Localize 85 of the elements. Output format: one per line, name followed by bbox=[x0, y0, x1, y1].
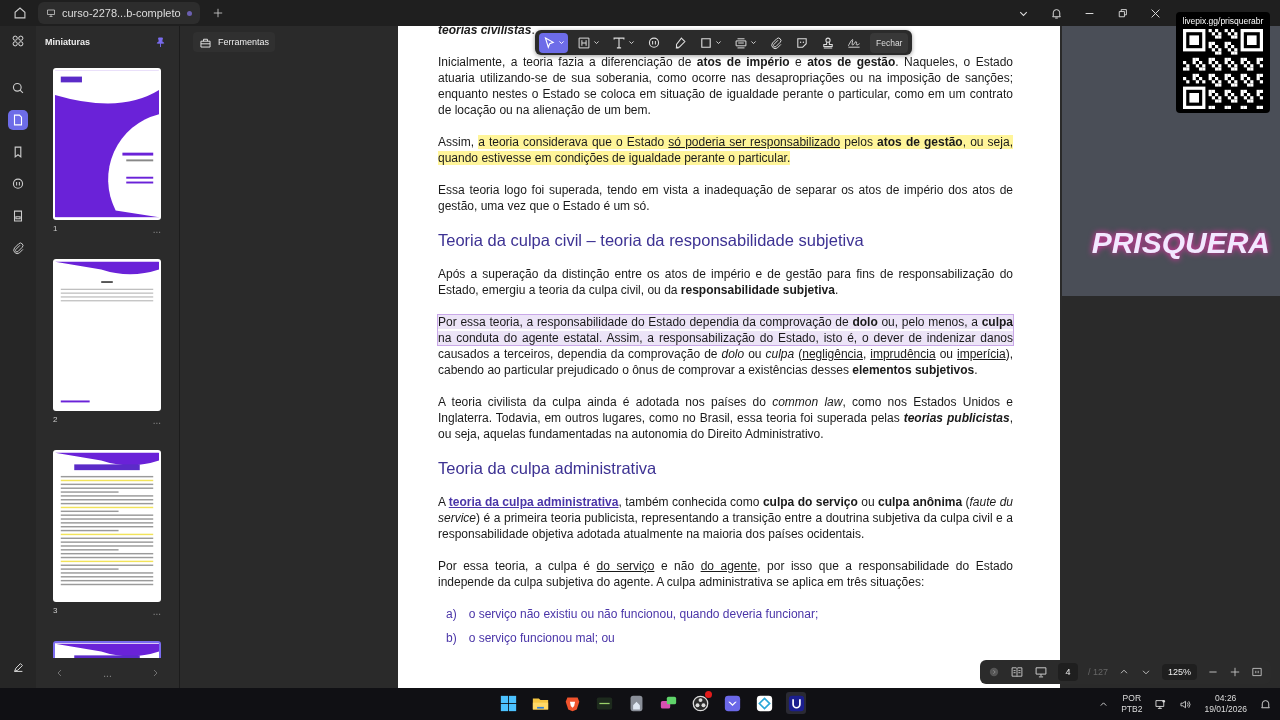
notification-badge bbox=[705, 691, 712, 698]
text-icon bbox=[612, 35, 626, 50]
book-icon bbox=[1010, 665, 1024, 679]
caret-icon bbox=[593, 39, 600, 46]
volume-icon[interactable] bbox=[1179, 697, 1193, 711]
monitor-icon bbox=[1034, 665, 1048, 679]
tools-button[interactable]: Ferramentas bbox=[193, 32, 276, 52]
notification-icon[interactable] bbox=[1259, 697, 1272, 711]
list-item-text: o serviço não existiu ou não funcionou, quando deveria funcionar; bbox=[468, 606, 819, 622]
list-item-text: o serviço funcionou mal; ou bbox=[468, 630, 615, 646]
sidebar-button[interactable] bbox=[8, 110, 28, 130]
caret-icon bbox=[558, 39, 565, 46]
diamond-icon bbox=[755, 694, 773, 712]
stamp-icon bbox=[821, 35, 835, 50]
paragraph: Por essa teoria, a culpa é do serviço e não do agente, por isso que a responsabilidade do Estado independe da culpa subjetiva do agente. A culpa administrativa se aplica em três situações: bbox=[438, 558, 1013, 590]
paragraph: Assim, a teoria considerava que o Estado só poderia ser responsabilizado pelos atos de gestão, ou seja, quando estivesse em condições de igualdade perante o particular. bbox=[438, 134, 1013, 166]
chat-icon bbox=[659, 694, 677, 712]
monitor-icon bbox=[46, 8, 56, 18]
taskbar-app-button[interactable] bbox=[786, 692, 806, 714]
page-number: 2 bbox=[53, 415, 58, 426]
section-heading: Teoria da culpa civil – teoria da responsabilidade subjetiva bbox=[438, 230, 865, 250]
plus-icon bbox=[211, 7, 224, 19]
circle-icon[interactable] bbox=[988, 666, 1000, 678]
paragraph: Inicialmente, a teoria fazia a diferenciação de atos de império e atos de gestão. Naqueles, o Estado atuaria utilizando-se de sua soberania, como ocorre nas desapropriações ou na imposição de sanções; enquanto nestes o Estado se coloca em situação de igualdade perante o particular, como em um contrato de locação ou na alienação de um bem. bbox=[438, 54, 1013, 118]
search-icon bbox=[11, 81, 25, 95]
caret-icon bbox=[628, 39, 635, 46]
text-box-icon bbox=[577, 35, 591, 50]
app-icon bbox=[787, 694, 805, 712]
list-marker: a) bbox=[446, 606, 457, 622]
keyboard-layout-label[interactable]: PTB2 bbox=[1121, 704, 1143, 715]
reading-mode-button[interactable] bbox=[1010, 665, 1024, 679]
list-marker: b) bbox=[446, 630, 457, 646]
plus-icon bbox=[1229, 666, 1242, 678]
zoom-level-button[interactable]: 125% bbox=[1162, 664, 1198, 680]
paragraph: Por essa teoria, a responsabilidade do Estado dependia da comprovação de dolo ou, pelo menos, a culpa na conduta do agente estatal. Assim, a responsabilização do Estado, isto é, o dever de indenizar danos causados a terceiros, dependia da comprovação de dolo ou culpa (negligência, imprudência ou imperícia), cabendo ao particular prejudicado o ônus de comprovar a existências desses elementos subjetivos. bbox=[438, 314, 1013, 378]
fit-page-icon bbox=[1251, 666, 1264, 678]
document-tab[interactable]: curso-2278...b-completo bbox=[38, 2, 200, 24]
grid-icon[interactable] bbox=[11, 34, 25, 48]
close-button[interactable]: Fechar bbox=[870, 32, 909, 53]
section-heading: Teoria da culpa administrativa bbox=[438, 458, 658, 478]
page-thumbnail[interactable] bbox=[53, 450, 161, 602]
more-button[interactable]: ... bbox=[152, 224, 161, 235]
page-thumbnail[interactable] bbox=[53, 68, 161, 220]
paragraph: A teoria civilista da culpa ainda é adotada nos países do common law, como nos Estados Unidos e Inglaterra. Todavia, em outros lugares, como no Brasil, essa teoria foi superada pelas teorias publicistas, ou seja, aquelas fundamentadas na autonomia do Direito Administrativo. bbox=[438, 394, 1013, 442]
zoom-in-button[interactable] bbox=[1229, 666, 1242, 678]
rectangle-icon bbox=[699, 35, 713, 50]
fit-page-button[interactable] bbox=[1251, 666, 1264, 678]
pointer-icon bbox=[542, 35, 556, 50]
tool-button[interactable] bbox=[539, 32, 568, 53]
page-number: 3 bbox=[53, 606, 58, 617]
highlighter-icon bbox=[673, 35, 687, 50]
paragraph: A teoria da culpa administrativa, também conhecida como culpa do serviço ou culpa anônima (faute du service) é a primeira teoria publicista, representando a transição entre a doutrina subjetiva da culpa civil e a responsabilidade objetiva adotada atualmente na maioria dos países ocidentais. bbox=[438, 494, 1013, 542]
clock-time[interactable]: 04:26 bbox=[1215, 693, 1237, 704]
page-thumbnail[interactable] bbox=[53, 259, 161, 411]
pin-icon[interactable] bbox=[154, 35, 167, 49]
pen-icon[interactable] bbox=[11, 661, 25, 674]
taskbar-app-button[interactable] bbox=[690, 692, 710, 714]
paperclip-icon bbox=[11, 241, 25, 255]
record-icon bbox=[691, 694, 709, 712]
sticker-icon bbox=[795, 35, 809, 50]
qr-caption: livepix.gg/prisquerabr bbox=[1182, 16, 1264, 26]
language-label[interactable]: POR bbox=[1122, 693, 1142, 704]
home-icon bbox=[13, 6, 27, 20]
paperclip-icon bbox=[769, 35, 783, 50]
page-number: 1 bbox=[53, 224, 58, 235]
page-input[interactable]: 4 bbox=[1058, 663, 1078, 681]
more-button[interactable]: ... bbox=[152, 606, 161, 617]
restore-icon[interactable] bbox=[1116, 6, 1129, 20]
caret-icon bbox=[750, 39, 757, 46]
more-button[interactable]: ... bbox=[152, 415, 161, 426]
paragraph: Essa teoria logo foi superada, tendo em vista a inadequação de separar os atos de império dos atos de gestão, uma vez que o Estado é um só. bbox=[438, 182, 1013, 214]
windows-start-icon bbox=[499, 694, 517, 712]
strip-icon bbox=[734, 35, 748, 50]
more-button[interactable]: ... bbox=[103, 667, 112, 679]
paragraph: teorias civilistas. bbox=[438, 26, 536, 38]
clock-date[interactable]: 19/01/2026 bbox=[1204, 704, 1247, 715]
caret-icon bbox=[715, 39, 722, 46]
presentation-button[interactable] bbox=[1034, 665, 1048, 679]
paragraph: Após a superação da distinção entre os atos de império e de gestão para fins de responsabilização do Estado, emergiu a teoria da culpa civil, ou da responsabilidade subjetiva. bbox=[438, 266, 1013, 298]
panel-title: Miniaturas bbox=[45, 37, 90, 47]
form-icon bbox=[11, 209, 25, 223]
logo-text: PRISQUERA bbox=[1091, 226, 1270, 260]
bell-icon[interactable] bbox=[1050, 6, 1063, 20]
page-icon bbox=[11, 113, 25, 127]
network-icon[interactable] bbox=[1154, 697, 1168, 711]
